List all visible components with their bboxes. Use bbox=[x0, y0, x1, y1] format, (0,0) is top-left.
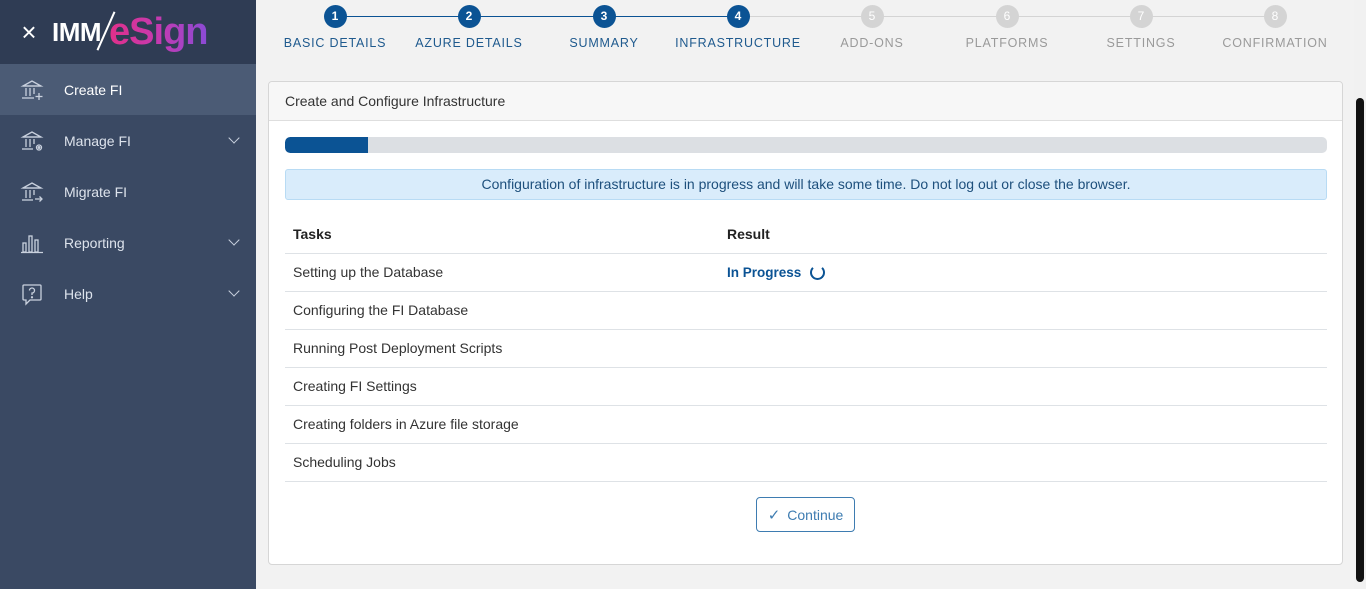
sidebar-item-label: Help bbox=[64, 285, 93, 302]
progress-bar bbox=[285, 137, 1327, 153]
sidebar-item-reporting[interactable]: Reporting bbox=[0, 217, 256, 268]
table-row: Configuring the FI Database bbox=[285, 290, 1327, 329]
step-number: 4 bbox=[726, 5, 750, 28]
step-platforms: 6 PLATFORMS bbox=[942, 5, 1072, 50]
sidebar-item-label: Reporting bbox=[64, 234, 125, 251]
step-label: PLATFORMS bbox=[965, 36, 1049, 50]
chevron-down-icon bbox=[228, 285, 240, 297]
step-label: SETTINGS bbox=[1106, 36, 1176, 50]
sidebar-header: × IMM eSign bbox=[0, 0, 256, 64]
step-label: AZURE DETAILS bbox=[415, 36, 523, 50]
continue-button[interactable]: ✓ Continue bbox=[756, 497, 855, 532]
task-name: Creating folders in Azure file storage bbox=[285, 404, 719, 443]
tasks-table: Tasks Result Setting up the Database In … bbox=[285, 215, 1327, 482]
step-confirmation: 8 CONFIRMATION bbox=[1210, 5, 1340, 50]
step-label: CONFIRMATION bbox=[1222, 36, 1328, 50]
task-name: Configuring the FI Database bbox=[285, 290, 719, 329]
step-infrastructure[interactable]: 4 INFRASTRUCTURE bbox=[673, 5, 803, 50]
column-header-result: Result bbox=[727, 225, 770, 242]
app-logo: IMM eSign bbox=[52, 10, 209, 54]
step-summary[interactable]: 3 SUMMARY bbox=[539, 5, 669, 50]
table-row: Creating folders in Azure file storage bbox=[285, 404, 1327, 443]
step-number: 3 bbox=[592, 5, 616, 28]
sidebar-item-label: Manage FI bbox=[64, 132, 131, 149]
task-result bbox=[719, 290, 1327, 329]
chevron-down-icon bbox=[228, 234, 240, 246]
help-question-icon bbox=[20, 282, 44, 306]
page-scrollbar[interactable] bbox=[1354, 0, 1366, 589]
bank-arrow-icon bbox=[20, 180, 44, 204]
step-azure-details[interactable]: 2 AZURE DETAILS bbox=[404, 5, 534, 50]
task-result bbox=[719, 366, 1327, 405]
step-number: 2 bbox=[457, 5, 481, 28]
table-row: Setting up the Database In Progress bbox=[285, 252, 1327, 291]
step-label: ADD-ONS bbox=[840, 36, 904, 50]
main-content: 1 BASIC DETAILS 2 AZURE DETAILS 3 SUMMAR… bbox=[256, 0, 1354, 589]
logo-esign-text: eSign bbox=[109, 11, 208, 53]
step-number: 5 bbox=[860, 5, 884, 28]
scrollbar-thumb[interactable] bbox=[1356, 98, 1364, 582]
card-title: Create and Configure Infrastructure bbox=[269, 82, 1342, 121]
sidebar: × IMM eSign Create FI Manage FI Migrate … bbox=[0, 0, 256, 589]
step-number: 8 bbox=[1263, 5, 1287, 28]
bar-chart-icon bbox=[20, 231, 44, 255]
sidebar-item-label: Migrate FI bbox=[64, 183, 128, 200]
step-number: 6 bbox=[995, 5, 1019, 28]
step-basic-details[interactable]: 1 BASIC DETAILS bbox=[270, 5, 400, 50]
task-name: Setting up the Database bbox=[285, 252, 719, 291]
sidebar-item-manage-fi[interactable]: Manage FI bbox=[0, 115, 256, 166]
close-icon[interactable]: × bbox=[18, 19, 40, 45]
task-result bbox=[719, 442, 1327, 482]
logo-imm-text: IMM bbox=[52, 17, 102, 47]
infrastructure-card: Create and Configure Infrastructure Conf… bbox=[268, 81, 1343, 565]
loading-spinner-icon bbox=[810, 265, 826, 280]
column-header-tasks: Tasks bbox=[293, 225, 332, 242]
table-row: Running Post Deployment Scripts bbox=[285, 328, 1327, 367]
bank-gear-icon bbox=[20, 129, 44, 153]
step-add-ons: 5 ADD-ONS bbox=[807, 5, 937, 50]
task-result bbox=[719, 328, 1327, 367]
task-name: Creating FI Settings bbox=[285, 366, 719, 405]
chevron-down-icon bbox=[228, 132, 240, 144]
table-row: Scheduling Jobs bbox=[285, 442, 1327, 482]
step-label: INFRASTRUCTURE bbox=[675, 36, 801, 50]
task-result bbox=[719, 404, 1327, 443]
info-alert: Configuration of infrastructure is in pr… bbox=[285, 169, 1327, 200]
continue-label: Continue bbox=[787, 506, 844, 523]
task-name: Scheduling Jobs bbox=[285, 442, 719, 482]
table-row: Creating FI Settings bbox=[285, 366, 1327, 405]
sidebar-item-help[interactable]: Help bbox=[0, 268, 256, 319]
task-name: Running Post Deployment Scripts bbox=[285, 328, 719, 367]
bank-plus-icon bbox=[20, 78, 44, 102]
step-label: SUMMARY bbox=[569, 36, 639, 50]
table-header-row: Tasks Result bbox=[285, 215, 1327, 253]
step-settings: 7 SETTINGS bbox=[1076, 5, 1206, 50]
step-label: BASIC DETAILS bbox=[283, 36, 387, 50]
sidebar-item-create-fi[interactable]: Create FI bbox=[0, 64, 256, 115]
wizard-stepper: 1 BASIC DETAILS 2 AZURE DETAILS 3 SUMMAR… bbox=[256, 0, 1354, 70]
step-number: 7 bbox=[1129, 5, 1153, 28]
sidebar-item-migrate-fi[interactable]: Migrate FI bbox=[0, 166, 256, 217]
step-number: 1 bbox=[323, 5, 347, 28]
progress-bar-fill bbox=[285, 137, 369, 153]
task-result: In Progress bbox=[719, 252, 1327, 291]
checkmark-icon: ✓ bbox=[767, 506, 781, 524]
sidebar-item-label: Create FI bbox=[64, 81, 123, 98]
status-in-progress: In Progress bbox=[727, 265, 826, 280]
status-text: In Progress bbox=[727, 265, 802, 280]
